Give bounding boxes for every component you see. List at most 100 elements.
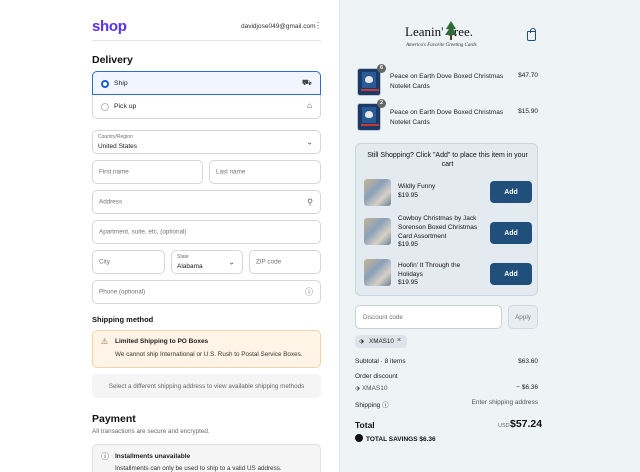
info-icon: ⓘ (101, 452, 109, 461)
discount-chip-code: XMAS10 (369, 338, 394, 345)
upsell-item-name: Cowboy Christmas by Jack Sorenson Boxed … (398, 215, 478, 240)
total-label: Total (355, 420, 375, 430)
add-button[interactable]: Add (490, 263, 532, 285)
installments-text: Installments can only be used to ship to… (115, 465, 282, 472)
discount-code-label: XMAS10 (361, 385, 388, 392)
zip-placeholder: ZIP code (256, 258, 282, 266)
payment-title: Payment (92, 413, 136, 425)
brand-name: Leanin' Tree. (405, 24, 474, 39)
upsell-box: Still Shopping? Click "Add" to place thi… (355, 143, 538, 296)
order-discount-row: Order discount (355, 373, 538, 380)
first-name-field[interactable]: First name (92, 160, 203, 184)
cart-bag-icon[interactable] (527, 28, 536, 41)
upsell-item-price: $19.95 (398, 279, 418, 286)
payment-subtitle: All transactions are secure and encrypte… (92, 428, 210, 435)
shipping-method-title: Shipping method (92, 315, 154, 324)
country-value: United States (98, 143, 138, 150)
savings-label: TOTAL SAVINGS (366, 436, 418, 443)
ship-option[interactable]: Ship ⛟ (92, 71, 321, 95)
upsell-item-name: Wildly Funny (398, 183, 436, 190)
help-circle-icon[interactable]: ⓘ (305, 287, 313, 298)
ship-radio[interactable] (101, 80, 109, 88)
last-name-field[interactable]: Last name (209, 160, 321, 184)
account-menu-icon[interactable]: ⋮ (314, 21, 322, 30)
city-field[interactable]: City (92, 250, 165, 274)
add-button[interactable]: Add (490, 222, 532, 244)
divider (92, 40, 321, 41)
warning-title: Limited Shipping to PO Boxes (115, 338, 209, 345)
discount-code-field[interactable]: Discount code (355, 305, 502, 329)
delivery-title: Delivery (92, 54, 133, 66)
search-icon: ⚲ (307, 197, 313, 207)
upsell-item-thumbnail (364, 218, 391, 245)
warning-icon: ⚠ (101, 337, 109, 346)
quantity-badge: 2 (377, 99, 386, 108)
subtotal-value: $63.60 (518, 358, 538, 365)
apartment-field[interactable]: Apartment, suite, etc. (optional) (92, 220, 321, 244)
savings-tag-icon (355, 434, 363, 442)
shipping-label: Shipping (355, 402, 381, 409)
upsell-item-thumbnail (364, 259, 391, 286)
apply-button[interactable]: Apply (508, 305, 538, 329)
discount-placeholder: Discount code (363, 314, 403, 321)
address-field[interactable]: Address ⚲ (92, 190, 321, 214)
shipping-methods-note: Select a different shipping address to v… (92, 374, 321, 398)
cart-item-thumbnail (357, 103, 381, 131)
brand-logo[interactable]: Leanin' Tree. America's Favorite Greetin… (403, 21, 499, 52)
order-discount-label: Order discount (355, 373, 398, 380)
country-label: Country/Region (98, 134, 133, 140)
state-value: Alabama (177, 263, 203, 270)
discount-chip: ⬗ XMAS10 × (355, 335, 407, 348)
total-value: $57.24 (510, 418, 543, 430)
tree-icon (445, 21, 457, 40)
phone-field[interactable]: Phone (optional) ⓘ (92, 280, 321, 304)
shipping-value: Enter shipping address (471, 399, 539, 406)
state-select[interactable]: State Alabama ⌄ (171, 250, 243, 274)
quantity-badge: 6 (377, 64, 386, 73)
first-name-placeholder: First name (99, 168, 129, 176)
cart-item-price: $47.70 (518, 72, 538, 79)
phone-placeholder: Phone (optional) (99, 288, 146, 296)
upsell-heading: Still Shopping? Click "Add" to place thi… (367, 152, 528, 168)
shipping-row: Shipping ⓘ Enter shipping address (355, 399, 538, 409)
ship-label: Ship (114, 80, 128, 87)
apartment-placeholder: Apartment, suite, etc. (optional) (99, 228, 187, 236)
store-icon: ⌂ (307, 101, 312, 110)
total-savings: TOTAL SAVINGS $6.36 (355, 434, 436, 443)
upsell-item-price: $19.95 (398, 241, 418, 248)
upsell-item-thumbnail (364, 179, 391, 206)
savings-value: $6.36 (419, 436, 436, 443)
installments-title: Installments unavailable (115, 453, 191, 460)
chevron-down-icon: ⌄ (228, 257, 235, 267)
remove-discount-icon[interactable]: × (397, 337, 401, 344)
warning-text: We cannot ship International or U.S. Rus… (115, 351, 303, 358)
account-email: davidjose049@gmail.com (241, 23, 316, 30)
city-placeholder: City (99, 258, 110, 266)
upsell-item-name: Hoofin' It Through the Holidays (398, 262, 461, 278)
subtotal-row: Subtotal · 8 items $63.60 (355, 358, 538, 365)
help-circle-icon[interactable]: ⓘ (382, 402, 389, 409)
subtotal-label: Subtotal · 8 items (355, 358, 406, 365)
discount-value: − $6.36 (516, 384, 538, 391)
address-placeholder: Address (99, 198, 123, 206)
cart-item-thumbnail (357, 68, 381, 96)
shop-logo[interactable]: shop (92, 18, 127, 35)
country-select[interactable]: Country/Region United States ⌄ (92, 130, 321, 154)
zip-field[interactable]: ZIP code (249, 250, 321, 274)
tag-icon: ⬗ (355, 385, 362, 392)
scrollbar[interactable] (634, 0, 640, 472)
tag-icon: ⬗ (359, 338, 364, 345)
cart-item-price: $15.90 (518, 108, 538, 115)
pickup-option[interactable]: Pick up ⌂ (92, 95, 321, 119)
pickup-radio[interactable] (101, 103, 109, 111)
po-box-warning: ⚠ Limited Shipping to PO Boxes We cannot… (92, 330, 321, 368)
last-name-placeholder: Last name (216, 168, 246, 176)
add-button[interactable]: Add (490, 181, 532, 203)
chevron-down-icon: ⌄ (306, 137, 313, 147)
checkout-form-panel: shop davidjose049@gmail.com ⋮ Delivery S… (0, 0, 339, 472)
state-label: State (177, 254, 189, 260)
upsell-item-price: $19.95 (398, 192, 418, 199)
discount-code-row: ⬗ XMAS10 − $6.36 (355, 384, 538, 392)
installments-notice: ⓘ Installments unavailable Installments … (92, 444, 321, 472)
delivery-method-group: Ship ⛟ Pick up ⌂ (92, 71, 321, 119)
